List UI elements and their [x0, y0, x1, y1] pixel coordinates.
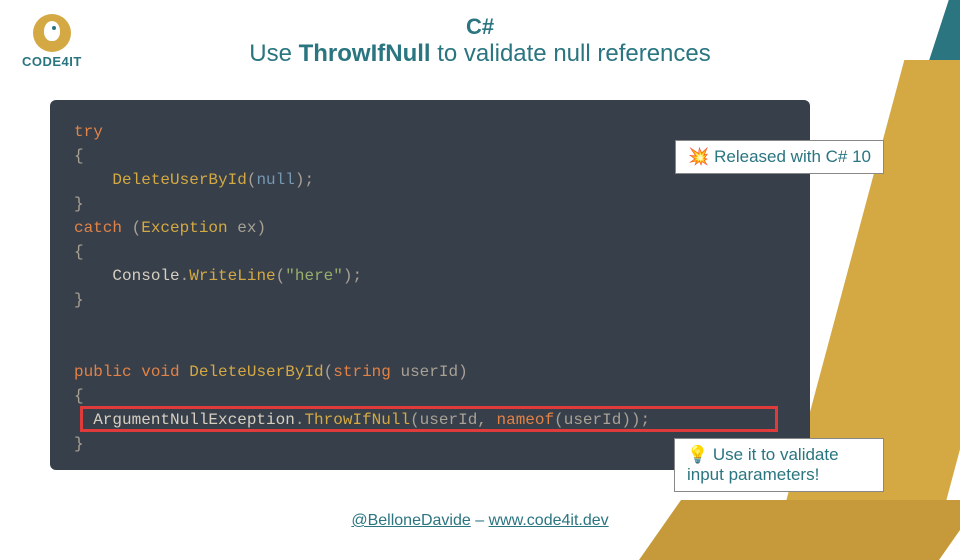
kw-try: try — [74, 123, 103, 141]
brace: { — [74, 147, 84, 165]
writeline: WriteLine — [189, 267, 275, 285]
callout-released: 💥 Released with C# 10 — [675, 140, 884, 174]
code-line: { — [74, 384, 786, 408]
title-subtitle: Use ThrowIfNull to validate null referen… — [0, 40, 960, 68]
code-line: { — [74, 240, 786, 264]
code-line-blank — [74, 336, 786, 360]
code-line: Console.WriteLine("here"); — [74, 264, 786, 288]
indent — [74, 411, 93, 429]
code-line: } — [74, 192, 786, 216]
website-url: www.code4it.dev — [489, 512, 609, 529]
brace: } — [74, 291, 84, 309]
code-line-blank — [74, 312, 786, 336]
type-argnull: ArgumentNullException — [93, 411, 295, 429]
title-bold: ThrowIfNull — [299, 40, 431, 67]
space — [180, 363, 190, 381]
title-post: to validate null references — [431, 40, 711, 67]
indent — [74, 267, 112, 285]
func-def: DeleteUserById — [189, 363, 323, 381]
paren: ( — [276, 267, 286, 285]
code-line-highlighted: ArgumentNullException.ThrowIfNull(userId… — [74, 408, 786, 432]
bg-shape-gold-bottom — [639, 500, 960, 560]
title-pre: Use — [249, 40, 298, 67]
footer: @BelloneDavide – www.code4it.dev — [0, 512, 960, 530]
paren: ( — [324, 363, 334, 381]
paren: ( — [247, 171, 257, 189]
param: userId) — [391, 363, 468, 381]
args: (userId)); — [554, 411, 650, 429]
bulb-icon: 💡 — [687, 445, 708, 464]
brace: } — [74, 435, 84, 453]
method-throwifnull: ThrowIfNull — [304, 411, 410, 429]
kw-void: void — [132, 363, 180, 381]
code-line: catch (Exception ex) — [74, 216, 786, 240]
kw-public: public — [74, 363, 132, 381]
paren: ); — [343, 267, 362, 285]
indent — [74, 171, 112, 189]
code-line: public void DeleteUserById(string userId… — [74, 360, 786, 384]
args: (userId, — [410, 411, 496, 429]
paren: ); — [295, 171, 314, 189]
kw-nameof: nameof — [497, 411, 555, 429]
collision-icon: 💥 — [688, 147, 709, 166]
dot: . — [180, 267, 190, 285]
slide-title: C# Use ThrowIfNull to validate null refe… — [0, 14, 960, 68]
callout-validate: 💡 Use it to validate input parameters! — [674, 438, 884, 492]
twitter-handle: @BelloneDavide — [351, 512, 470, 529]
var: ex) — [228, 219, 266, 237]
title-language: C# — [0, 14, 960, 40]
brace: } — [74, 195, 84, 213]
code-line: } — [74, 288, 786, 312]
separator: – — [471, 512, 489, 529]
string-literal: "here" — [285, 267, 343, 285]
type-exception: Exception — [141, 219, 227, 237]
kw-string: string — [333, 363, 391, 381]
brace: { — [74, 243, 84, 261]
func-call: DeleteUserById — [112, 171, 246, 189]
kw-catch: catch — [74, 219, 122, 237]
dot: . — [295, 411, 305, 429]
kw-null: null — [256, 171, 294, 189]
callout-text: Released with C# 10 — [709, 147, 871, 166]
paren: ( — [122, 219, 141, 237]
brace: { — [74, 387, 84, 405]
callout-text: Use it to validate input parameters! — [687, 445, 839, 484]
console: Console — [112, 267, 179, 285]
